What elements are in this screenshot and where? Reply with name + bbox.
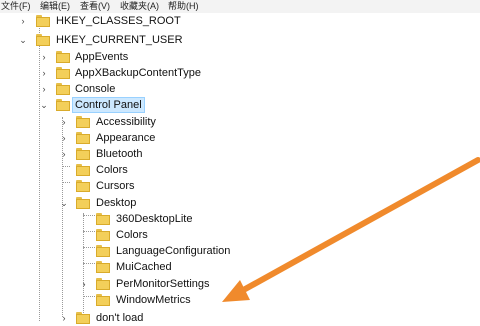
tree-label: 360DesktopLite [116, 213, 193, 225]
folder-icon [76, 148, 90, 160]
tree-label: Cursors [96, 180, 135, 192]
folder-icon [76, 132, 90, 144]
folder-icon [36, 34, 50, 46]
menu-view[interactable]: 查看(V) [80, 0, 110, 12]
tree-row-appx[interactable]: › AppXBackupContentType [0, 65, 480, 81]
tree-row-desktop-colors[interactable]: Colors [0, 227, 480, 243]
folder-icon [76, 164, 90, 176]
tree-label: WindowMetrics [116, 294, 191, 306]
expand-toggle[interactable]: › [39, 81, 49, 97]
folder-icon [96, 213, 110, 225]
folder-icon [96, 278, 110, 290]
tree-row-windowmetrics[interactable]: WindowMetrics [0, 292, 480, 308]
tree-label: Desktop [96, 197, 137, 209]
folder-icon [36, 15, 50, 27]
collapse-toggle[interactable]: ⌄ [39, 97, 49, 113]
tree-label: AppXBackupContentType [75, 67, 201, 79]
folder-icon [76, 180, 90, 192]
tree-row-360desktoplite[interactable]: 360DesktopLite [0, 211, 480, 227]
expand-toggle[interactable]: › [59, 310, 69, 326]
folder-icon [56, 51, 70, 63]
folder-icon [76, 116, 90, 128]
tree-row-hkcr[interactable]: › HKEY_CLASSES_ROOT [0, 13, 480, 29]
tree-row-dontload[interactable]: › don't load [0, 310, 480, 326]
tree-row-control-panel[interactable]: ⌄ Control Panel [0, 97, 480, 113]
folder-icon [96, 229, 110, 241]
expand-toggle[interactable]: › [59, 130, 69, 146]
menu-favorites[interactable]: 收藏夹(A) [120, 0, 159, 12]
folder-icon [96, 261, 110, 273]
menu-edit[interactable]: 编辑(E) [40, 0, 70, 12]
tree-row-appevents[interactable]: › AppEvents [0, 49, 480, 65]
tree-row-colors[interactable]: Colors [0, 162, 480, 178]
collapse-toggle[interactable]: ⌄ [18, 32, 28, 48]
expand-toggle[interactable]: › [59, 146, 69, 162]
tree-row-bluetooth[interactable]: › Bluetooth [0, 146, 480, 162]
tree-row-muicached[interactable]: MuiCached [0, 259, 480, 275]
tree-row-accessibility[interactable]: › Accessibility [0, 114, 480, 130]
tree-label-selected: Control Panel [72, 97, 145, 113]
collapse-toggle[interactable]: ⌄ [59, 195, 69, 211]
tree-label: AppEvents [75, 51, 129, 63]
tree-label: Bluetooth [96, 148, 143, 160]
folder-icon [96, 294, 110, 306]
folder-icon [56, 99, 70, 111]
tree-label: HKEY_CURRENT_USER [56, 34, 183, 46]
menu-file[interactable]: 文件(F) [1, 0, 31, 12]
tree-label: Console [75, 83, 116, 95]
tree-row-languageconfiguration[interactable]: LanguageConfiguration [0, 243, 480, 259]
folder-icon [76, 312, 90, 324]
tree-label: Accessibility [96, 116, 156, 128]
folder-icon [76, 197, 90, 209]
folder-icon [96, 245, 110, 257]
expand-toggle[interactable]: › [79, 276, 89, 292]
tree-row-desktop[interactable]: ⌄ Desktop [0, 195, 480, 211]
tree-label: PerMonitorSettings [116, 278, 210, 290]
tree-row-permonitorsettings[interactable]: › PerMonitorSettings [0, 276, 480, 292]
tree-label: HKEY_CLASSES_ROOT [56, 15, 181, 27]
menu-bar: 文件(F) 编辑(E) 查看(V) 收藏夹(A) 帮助(H) [0, 0, 480, 13]
tree-label: Appearance [96, 132, 156, 144]
expand-toggle[interactable]: › [59, 114, 69, 130]
tree-label: LanguageConfiguration [116, 245, 231, 257]
registry-tree: › HKEY_CLASSES_ROOT ⌄ HKEY_CURRENT_USER … [0, 13, 480, 324]
folder-icon [56, 83, 70, 95]
tree-row-cursors[interactable]: Cursors [0, 178, 480, 194]
expand-toggle[interactable]: › [39, 65, 49, 81]
tree-label: MuiCached [116, 261, 172, 273]
tree-label: don't load [96, 312, 144, 324]
tree-row-appearance[interactable]: › Appearance [0, 130, 480, 146]
tree-label: Colors [96, 164, 128, 176]
folder-icon [56, 67, 70, 79]
tree-label: Colors [116, 229, 148, 241]
expand-toggle[interactable]: › [18, 13, 28, 29]
menu-help[interactable]: 帮助(H) [168, 0, 199, 12]
tree-row-hkcu[interactable]: ⌄ HKEY_CURRENT_USER [0, 32, 480, 48]
expand-toggle[interactable]: › [39, 49, 49, 65]
tree-row-console[interactable]: › Console [0, 81, 480, 97]
